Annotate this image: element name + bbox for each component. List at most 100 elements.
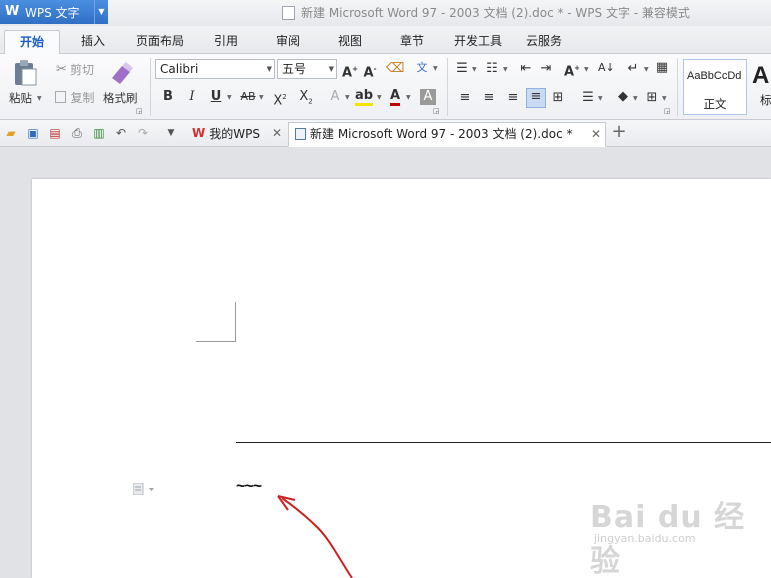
paragraph-mark-icon[interactable]: ↵	[625, 61, 641, 77]
close-icon[interactable]: ✕	[591, 123, 601, 146]
align-center-icon[interactable]: ≡	[482, 90, 496, 106]
copy-icon	[55, 91, 67, 103]
pinyin-guide-icon[interactable]: 文	[412, 60, 432, 76]
paragraph-layout-icon[interactable]	[132, 482, 155, 496]
table-icon[interactable]: ▦	[654, 60, 670, 76]
bold-icon[interactable]: B	[160, 89, 176, 105]
close-icon[interactable]: ✕	[272, 122, 282, 145]
style-heading-sample[interactable]: A	[752, 62, 769, 90]
format-painter-label[interactable]: 格式刷	[103, 90, 138, 106]
chevron-down-icon[interactable]: ▼	[472, 66, 477, 73]
tab-references[interactable]: 引用	[204, 30, 248, 54]
paragraph-shading-icon[interactable]: ◆	[614, 89, 632, 105]
decrease-indent-icon[interactable]: ⇤	[518, 61, 534, 77]
style-sample: AaBbCcDd	[687, 70, 742, 82]
style-label: 正文	[703, 97, 727, 111]
chevron-down-icon[interactable]: ▼	[598, 95, 603, 102]
paste-button[interactable]	[8, 58, 42, 88]
sort-icon[interactable]: A↓	[598, 60, 615, 76]
line-spacing-icon[interactable]: ☰	[580, 90, 596, 106]
title-bar: W WPS 文字 ▼ 新建 Microsoft Word 97 - 2003 文…	[0, 0, 771, 26]
font-name-combo[interactable]: Calibri ▼	[155, 59, 275, 79]
chevron-down-icon[interactable]: ▼	[406, 94, 411, 101]
save-icon[interactable]: ▣	[26, 126, 40, 140]
chevron-down-icon[interactable]: ▼	[259, 94, 264, 101]
clipboard-icon	[15, 60, 37, 86]
chevron-down-icon[interactable]: ▼	[644, 66, 649, 73]
chevron-down-icon[interactable]: ▼	[503, 66, 508, 73]
chevron-down-icon[interactable]: ▼	[662, 95, 667, 102]
document-icon	[282, 5, 295, 20]
font-color-icon[interactable]: A	[386, 88, 404, 106]
redo-icon[interactable]: ↷	[136, 126, 150, 140]
chevron-down-icon[interactable]: ▼	[37, 95, 42, 102]
change-case-icon[interactable]: A+	[562, 60, 582, 80]
chevron-down-icon[interactable]: ▼	[633, 95, 638, 102]
group-launcher-icon[interactable]: ◲	[433, 107, 440, 115]
group-launcher-icon[interactable]: ◲	[136, 107, 143, 115]
increase-indent-icon[interactable]: ⇥	[538, 61, 554, 77]
numbered-list-icon[interactable]: ☷	[484, 61, 500, 77]
justify-icon[interactable]: ≡	[526, 88, 546, 108]
ribbon-tab-bar: 开始 插入 页面布局 引用 审阅 视图 章节 开发工具 云服务	[0, 26, 771, 54]
tab-insert[interactable]: 插入	[70, 30, 116, 54]
chevron-down-icon[interactable]: ▼	[94, 0, 108, 24]
align-left-icon[interactable]: ≡	[458, 90, 472, 106]
subscript-icon[interactable]: X2	[296, 89, 316, 110]
print-icon[interactable]: ⎙	[70, 126, 84, 140]
tab-document[interactable]: 新建 Microsoft Word 97 - 2003 文档 (2).doc *…	[288, 122, 606, 147]
chevron-down-icon: ▼	[266, 65, 272, 73]
style-heading-label[interactable]: 标	[760, 92, 771, 108]
tab-cloud-services[interactable]: 云服务	[520, 30, 568, 54]
underline-icon[interactable]: U	[208, 89, 224, 105]
bullet-list-icon[interactable]: ☰	[454, 61, 470, 77]
highlight-icon[interactable]: ab	[354, 88, 374, 106]
undo-icon[interactable]: ↶	[114, 126, 128, 140]
superscript-icon[interactable]: X2	[270, 89, 290, 109]
brush-icon	[112, 62, 133, 84]
style-normal[interactable]: AaBbCcDd 正文	[683, 59, 747, 115]
chevron-down-icon[interactable]: ▼	[433, 65, 438, 72]
cut-button[interactable]: ✂ 剪切	[52, 61, 98, 77]
tab-home[interactable]: 开始	[4, 30, 60, 54]
chevron-down-icon[interactable]: ▼	[227, 94, 232, 101]
format-painter-button[interactable]	[106, 58, 136, 88]
distributed-icon[interactable]: ⊞	[550, 90, 566, 106]
tab-review[interactable]: 审阅	[266, 30, 310, 54]
copy-button[interactable]: 复制	[52, 89, 98, 105]
italic-icon[interactable]: I	[184, 89, 200, 105]
quick-access-bar: ▰ ▣ ▤ ⎙ ▥ ↶ ↷ ▼ W 我的WPS ✕ 新建 Microsoft Wo…	[0, 120, 771, 147]
text-effect-icon[interactable]: A	[326, 89, 344, 105]
group-launcher-icon[interactable]: ◲	[664, 107, 671, 115]
tab-view[interactable]: 视图	[328, 30, 372, 54]
tab-my-wps[interactable]: W 我的WPS ✕	[186, 122, 286, 147]
tab-chapter[interactable]: 章节	[390, 30, 434, 54]
tab-developer[interactable]: 开发工具	[448, 30, 508, 54]
grow-font-icon[interactable]: A+	[342, 61, 358, 81]
new-tab-plus-icon[interactable]: +	[611, 122, 627, 142]
paste-label[interactable]: 粘贴	[9, 90, 32, 106]
chevron-down-icon[interactable]: ▼	[377, 94, 382, 101]
margin-corner-mark	[235, 302, 236, 342]
chevron-down-icon: ▼	[328, 65, 334, 73]
chevron-down-icon[interactable]: ▼	[345, 94, 350, 101]
shrink-font-icon[interactable]: A-	[362, 61, 378, 81]
strikethrough-icon[interactable]: AB	[238, 89, 258, 105]
app-menu-button[interactable]: W WPS 文字 ▼	[0, 0, 108, 24]
watermark-url: jingyan.baidu.com	[594, 532, 696, 545]
clear-format-icon[interactable]: ⌫	[386, 61, 404, 77]
print-preview-icon[interactable]: ▥	[92, 126, 106, 140]
wps-logo-icon: W	[192, 126, 206, 140]
chevron-down-icon[interactable]: ▼	[584, 66, 589, 73]
document-text[interactable]: ~~~	[236, 478, 262, 496]
customize-toolbar-icon[interactable]: ▼	[164, 126, 178, 140]
border-icon[interactable]: ⊞	[645, 90, 659, 106]
font-size-combo[interactable]: 五号 ▼	[277, 59, 337, 79]
char-shading-icon[interactable]: A	[420, 89, 436, 105]
document-icon	[295, 127, 306, 140]
scissors-icon: ✂	[56, 61, 67, 77]
align-right-icon[interactable]: ≡	[506, 90, 520, 106]
tab-page-layout[interactable]: 页面布局	[130, 30, 190, 54]
open-folder-icon[interactable]: ▰	[4, 126, 18, 140]
export-pdf-icon[interactable]: ▤	[48, 126, 62, 140]
